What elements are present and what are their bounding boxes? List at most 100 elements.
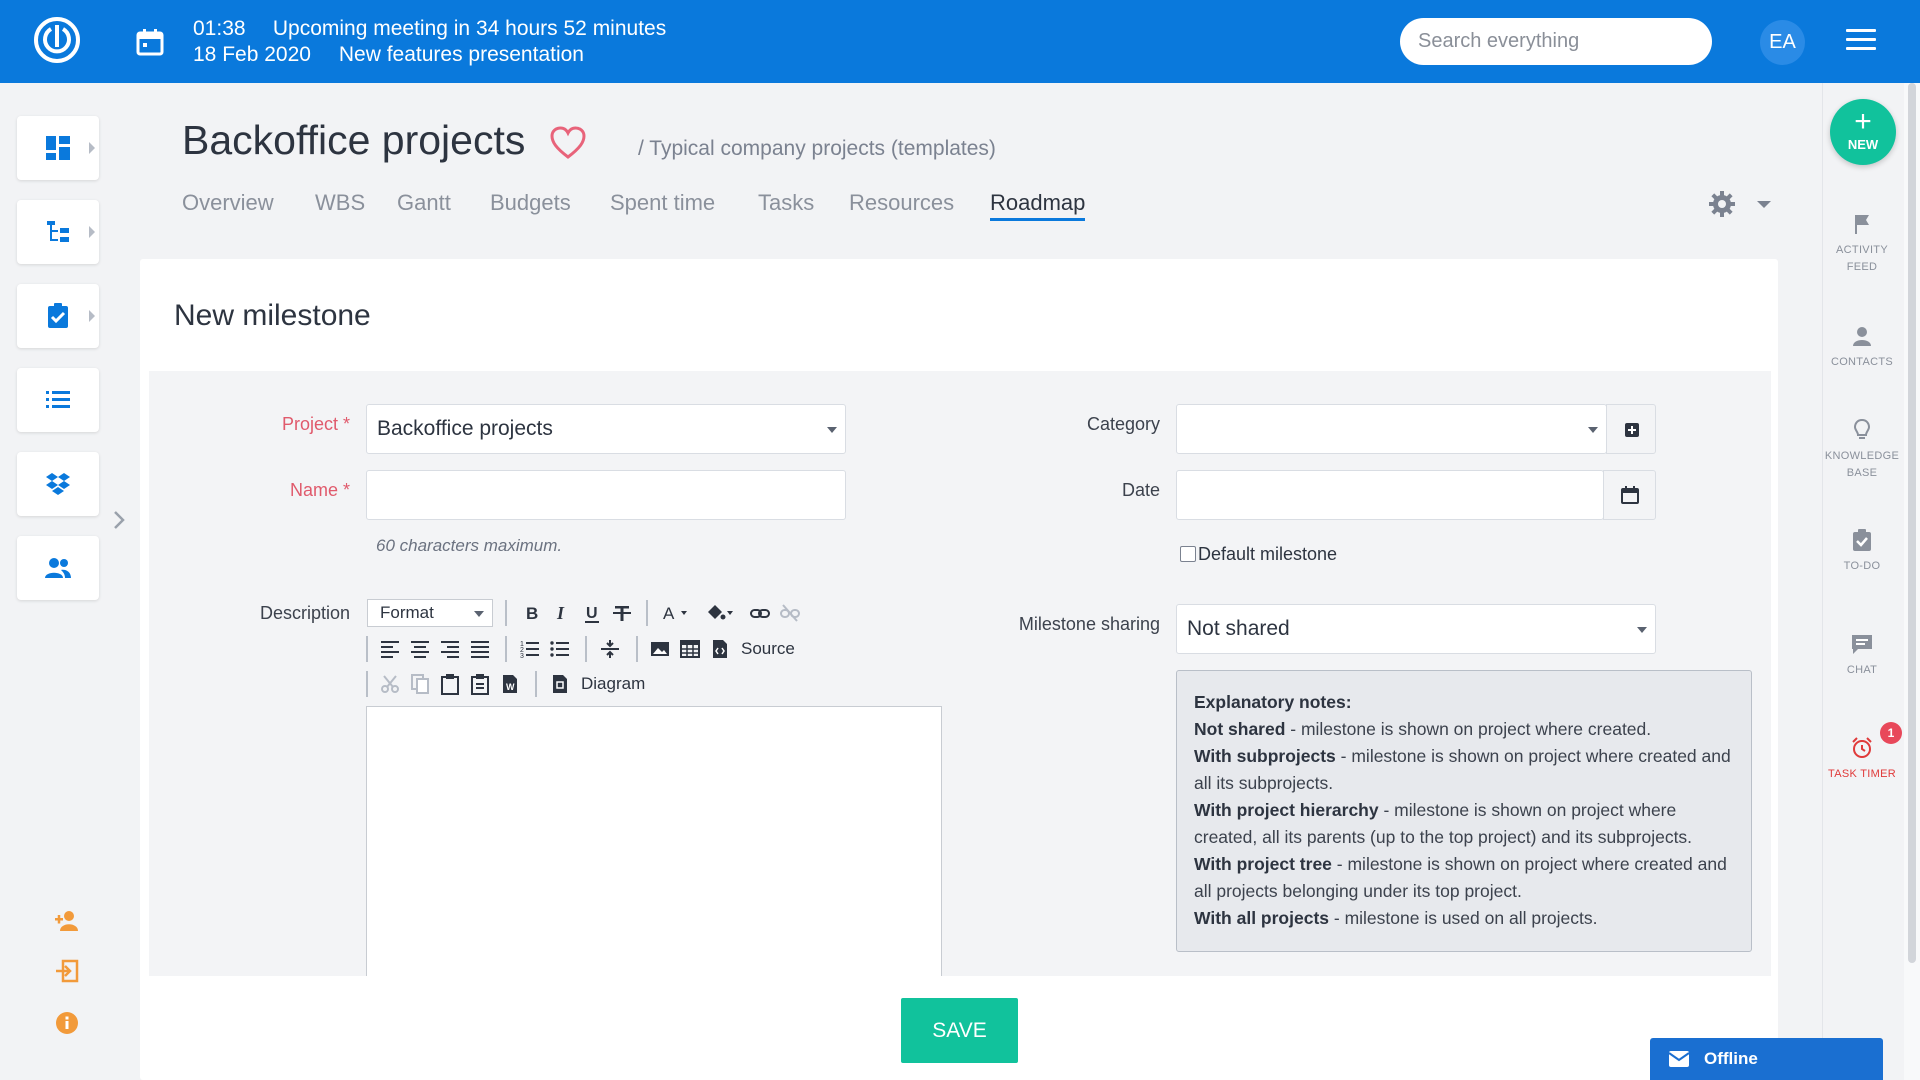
sidebar-list-button[interactable] xyxy=(17,368,99,432)
expand-arrow-icon xyxy=(89,226,95,238)
notes-term: With project hierarchy xyxy=(1194,800,1379,820)
sidebar-wbs-button[interactable] xyxy=(17,200,99,264)
envelope-icon xyxy=(1668,1051,1690,1067)
default-milestone-checkbox[interactable] xyxy=(1180,546,1196,562)
sidebar-dashboard-button[interactable] xyxy=(17,116,99,180)
tab-budgets[interactable]: Budgets xyxy=(490,190,571,216)
tab-resources[interactable]: Resources xyxy=(849,190,954,216)
bulleted-list-icon[interactable] xyxy=(549,638,571,660)
tab-spent-time[interactable]: Spent time xyxy=(610,190,715,216)
description-label: Description xyxy=(259,603,350,623)
calendar-icon xyxy=(1621,486,1639,504)
hamburger-menu-icon[interactable] xyxy=(1846,29,1876,53)
app-logo-icon[interactable] xyxy=(32,15,82,65)
background-color-icon[interactable] xyxy=(705,602,739,624)
source-button[interactable]: Source xyxy=(741,639,795,659)
contacts-button[interactable]: CONTACTS xyxy=(1822,324,1902,371)
notes-desc: - milestone is shown on project where cr… xyxy=(1285,719,1652,739)
toolbar-separator xyxy=(636,636,638,662)
cut-icon[interactable] xyxy=(379,673,401,695)
strikethrough-icon[interactable] xyxy=(611,602,633,624)
info-icon[interactable] xyxy=(54,1010,80,1036)
unlink-icon[interactable] xyxy=(779,602,801,624)
chat-offline-widget[interactable]: Offline xyxy=(1650,1038,1883,1080)
expand-sidebar-chevron-icon[interactable] xyxy=(110,508,128,532)
upcoming-meeting[interactable]: 01:38 Upcoming meeting in 34 hours 52 mi… xyxy=(193,16,666,68)
alarm-clock-icon xyxy=(1852,737,1872,758)
sign-in-icon[interactable] xyxy=(54,958,80,984)
default-milestone-label[interactable]: Default milestone xyxy=(1198,544,1337,565)
tab-roadmap[interactable]: Roadmap xyxy=(990,190,1086,221)
project-select[interactable]: Backoffice projects xyxy=(366,404,846,454)
category-select[interactable] xyxy=(1176,404,1607,454)
notes-term: With subprojects xyxy=(1194,746,1336,766)
sidebar-tasks-button[interactable] xyxy=(17,284,99,348)
user-avatar[interactable]: EA xyxy=(1760,20,1805,65)
gear-icon[interactable] xyxy=(1708,190,1736,218)
italic-icon[interactable]: I xyxy=(551,602,573,624)
lightbulb-icon xyxy=(1853,418,1871,439)
add-user-icon[interactable] xyxy=(54,908,80,934)
milestone-sharing-select[interactable]: Not shared xyxy=(1176,604,1656,654)
description-editor[interactable] xyxy=(366,706,942,976)
tab-wbs[interactable]: WBS xyxy=(315,190,365,216)
breadcrumb[interactable]: / Typical company projects (templates) xyxy=(638,137,996,161)
svg-text:B: B xyxy=(526,604,538,623)
sidebar-users-button[interactable] xyxy=(17,536,99,600)
name-field[interactable] xyxy=(366,470,846,520)
expand-arrow-icon xyxy=(89,310,95,322)
search-input[interactable] xyxy=(1400,18,1712,65)
date-picker-button[interactable] xyxy=(1603,470,1656,520)
knowledge-base-button[interactable]: KNOWLEDGE BASE xyxy=(1822,418,1902,482)
chevron-down-icon xyxy=(1637,627,1647,633)
scrollbar-thumb[interactable] xyxy=(1908,83,1916,963)
milestone-sharing-label: Milestone sharing xyxy=(1018,614,1160,634)
dashboard-icon xyxy=(46,136,70,160)
page-scrollbar[interactable] xyxy=(1904,83,1920,1080)
paste-icon[interactable] xyxy=(439,673,461,695)
form-title: New milestone xyxy=(174,299,371,332)
activity-feed-button[interactable]: ACTIVITY FEED xyxy=(1822,212,1902,276)
calendar-icon[interactable] xyxy=(135,27,165,57)
new-button[interactable]: + NEW xyxy=(1830,99,1896,165)
numbered-list-icon[interactable]: 123 xyxy=(519,638,541,660)
image-icon[interactable] xyxy=(649,638,671,660)
paste-text-icon[interactable] xyxy=(469,673,491,695)
save-button[interactable]: SAVE xyxy=(901,998,1018,1063)
table-icon[interactable] xyxy=(679,638,701,660)
align-right-icon[interactable] xyxy=(439,638,461,660)
add-category-button[interactable] xyxy=(1606,404,1656,454)
align-justify-icon[interactable] xyxy=(469,638,491,660)
toolbar-separator xyxy=(505,600,507,626)
format-dropdown[interactable]: Format xyxy=(367,599,493,627)
task-timer-badge: 1 xyxy=(1880,722,1902,744)
chat-icon xyxy=(1852,635,1872,654)
category-label: Category xyxy=(1086,414,1160,434)
diagram-button[interactable]: Diagram xyxy=(581,674,645,694)
toolbar-separator xyxy=(366,636,368,662)
list-icon xyxy=(46,391,70,408)
bold-icon[interactable]: B xyxy=(521,602,543,624)
favorite-heart-icon[interactable] xyxy=(550,126,586,160)
tab-gantt[interactable]: Gantt xyxy=(397,190,451,216)
copy-icon[interactable] xyxy=(409,673,431,695)
underline-icon[interactable]: U xyxy=(581,602,603,624)
settings-dropdown-caret-icon[interactable] xyxy=(1757,201,1771,208)
chat-button[interactable]: CHAT xyxy=(1822,632,1902,679)
horizontal-line-icon[interactable] xyxy=(599,638,621,660)
tab-tasks[interactable]: Tasks xyxy=(758,190,814,216)
diagram-icon[interactable] xyxy=(549,673,571,695)
align-left-icon[interactable] xyxy=(379,638,401,660)
svg-text:U: U xyxy=(586,605,598,622)
sidebar-dropbox-button[interactable] xyxy=(17,452,99,516)
toolbar-separator xyxy=(646,600,648,626)
text-color-icon[interactable]: A xyxy=(661,602,693,624)
paste-word-icon[interactable]: W xyxy=(499,673,521,695)
notes-term: Not shared xyxy=(1194,719,1286,739)
tab-overview[interactable]: Overview xyxy=(182,190,274,216)
link-icon[interactable] xyxy=(749,602,771,624)
source-code-icon[interactable] xyxy=(709,638,731,660)
align-center-icon[interactable] xyxy=(409,638,431,660)
date-field[interactable] xyxy=(1176,470,1604,520)
to-do-button[interactable]: TO-DO xyxy=(1822,528,1902,575)
